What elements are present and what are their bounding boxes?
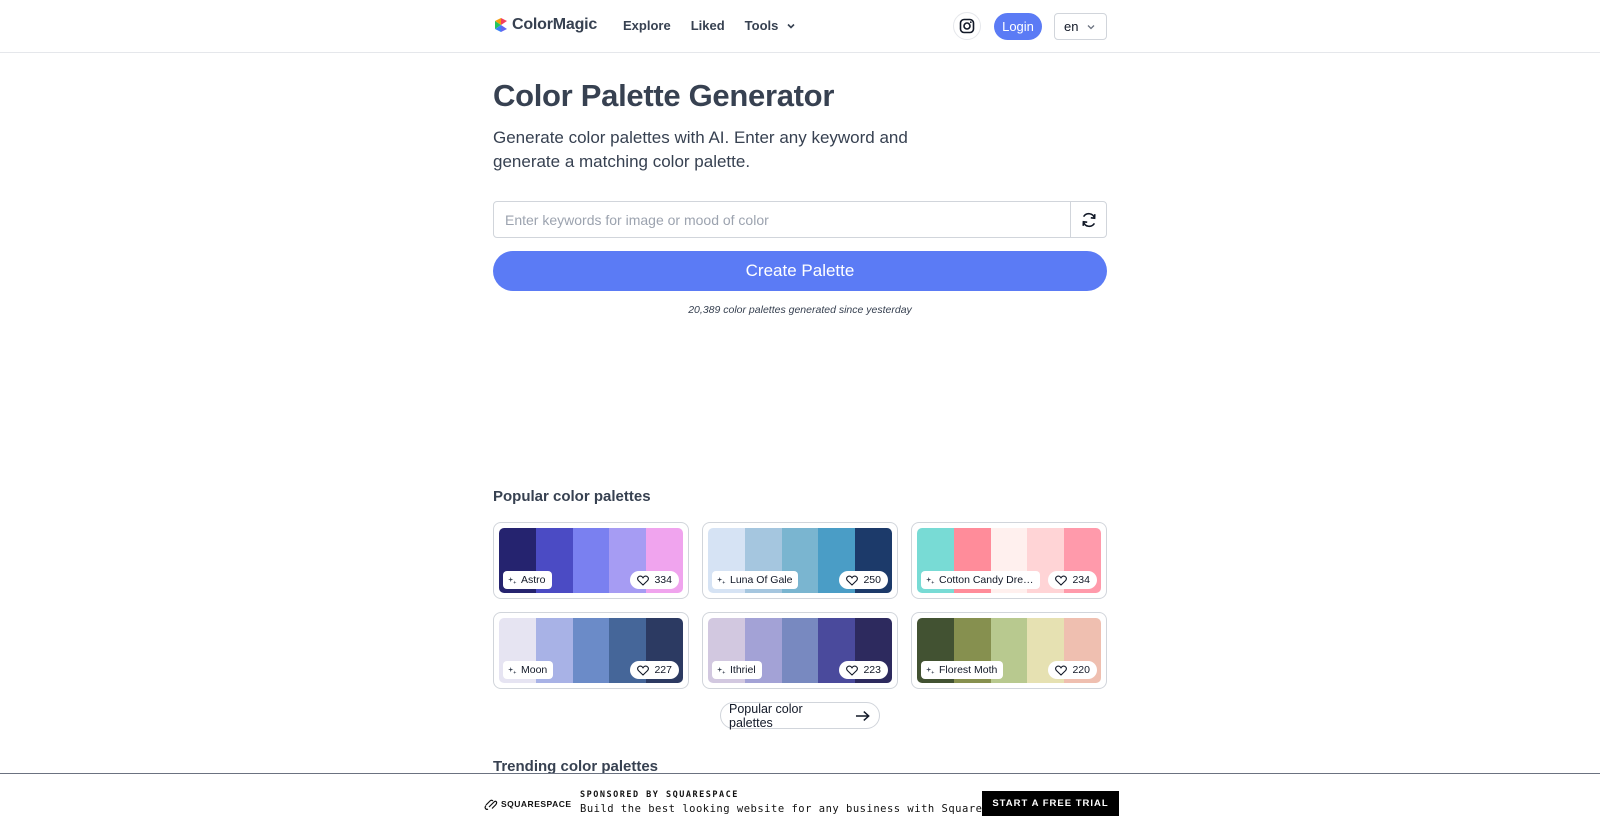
popular-palettes-button[interactable]: Popular color palettes [720,701,880,730]
arrow-right-icon [856,710,871,721]
sponsor-banner[interactable]: SQUARESPACE SPONSORED BY SQUARESPACE Bui… [0,773,1600,833]
sparkle-icon [717,666,726,674]
palette-name: Astro [521,574,546,586]
nav-tools-label: Tools [744,18,779,33]
chevron-down-icon [787,23,795,29]
palette-name-tag[interactable]: Astro [503,571,552,589]
chevron-down-icon [1087,24,1095,29]
palette-swatches: Cotton Candy Dre… 234 [917,528,1101,593]
popular-section-title: Popular color palettes [493,488,651,505]
palette-swatches: Florest Moth 220 [917,618,1101,683]
sparkle-icon [508,576,517,584]
like-button[interactable]: 227 [630,661,679,679]
squarespace-logo-icon [484,799,498,810]
like-count: 227 [654,664,672,676]
popular-palettes-label: Popular color palettes [729,701,803,730]
heart-icon [1055,665,1068,676]
palette-name-tag[interactable]: Cotton Candy Dre… [921,571,1040,589]
language-value: en [1064,19,1079,34]
palette-name: Florest Moth [939,664,998,676]
top-header: ColorMagic Explore Liked Tools Login en [0,0,1600,53]
palette-name-tag[interactable]: Florest Moth [921,661,1004,679]
like-count: 334 [654,574,672,586]
refresh-icon [1081,212,1096,227]
palette-swatches: Moon 227 [499,618,683,683]
sparkle-icon [508,666,517,674]
brand-logo[interactable]: ColorMagic [493,16,597,34]
page-subtitle: Generate color palettes with AI. Enter a… [493,128,908,171]
squarespace-brand: SQUARESPACE [501,799,572,809]
palette-card[interactable]: Ithriel 223 [702,612,898,689]
heart-icon [846,665,859,676]
palette-card[interactable]: Cotton Candy Dre… 234 [911,522,1107,599]
heart-icon [637,665,650,676]
free-trial-button[interactable]: START A FREE TRIAL [982,791,1119,816]
palette-name-tag[interactable]: Ithriel [712,661,762,679]
palette-name: Moon [521,664,548,676]
color-swatch[interactable] [572,618,610,683]
like-count: 223 [863,664,881,676]
sparkle-icon [926,576,935,584]
main-nav: Explore Liked Tools [623,18,796,33]
colormagic-logo-icon [495,18,507,32]
create-palette-button[interactable]: Create Palette [493,251,1107,291]
palette-card[interactable]: Florest Moth 220 [911,612,1107,689]
palette-swatches: Ithriel 223 [708,618,892,683]
palette-card[interactable]: Luna Of Gale 250 [702,522,898,599]
like-count: 250 [863,574,881,586]
brand-name: ColorMagic [512,16,598,33]
page-title: Color Palette Generator [493,78,835,113]
like-count: 220 [1072,664,1090,676]
nav-explore[interactable]: Explore [623,18,671,33]
like-button[interactable]: 334 [630,571,679,589]
squarespace-logo: SQUARESPACE [484,798,572,810]
nav-liked[interactable]: Liked [691,18,725,33]
sponsor-label: SPONSORED BY SQUARESPACE [580,790,739,800]
palette-name: Cotton Candy Dre… [939,574,1034,586]
sparkle-icon [717,576,726,584]
like-count: 234 [1072,574,1090,586]
sparkle-icon [926,666,935,674]
generated-count: 20,389 color palettes generated since ye… [688,304,912,316]
heart-icon [637,575,650,586]
login-button[interactable]: Login [994,13,1042,40]
keyword-search [493,201,1107,238]
keyword-input[interactable] [494,202,1070,237]
language-select[interactable]: en [1054,13,1107,40]
palette-card[interactable]: Moon 227 [493,612,689,689]
sponsor-text: Build the best looking website for any b… [580,803,1024,815]
instagram-button[interactable] [953,12,981,40]
palette-name-tag[interactable]: Moon [503,661,554,679]
nav-tools[interactable]: Tools [745,18,797,33]
instagram-icon [959,18,975,34]
heart-icon [846,575,859,586]
like-button[interactable]: 223 [839,661,888,679]
palette-name: Ithriel [730,664,756,676]
refresh-button[interactable] [1070,202,1106,237]
palette-name: Luna Of Gale [730,574,793,586]
heart-icon [1055,575,1068,586]
palette-swatches: Luna Of Gale 250 [708,528,892,593]
like-button[interactable]: 220 [1048,661,1097,679]
palette-swatches: Astro 334 [499,528,683,593]
color-swatch[interactable] [781,618,819,683]
palette-card[interactable]: Astro 334 [493,522,689,599]
like-button[interactable]: 250 [839,571,888,589]
color-swatch[interactable] [572,528,610,593]
palette-name-tag[interactable]: Luna Of Gale [712,571,799,589]
like-button[interactable]: 234 [1048,571,1097,589]
